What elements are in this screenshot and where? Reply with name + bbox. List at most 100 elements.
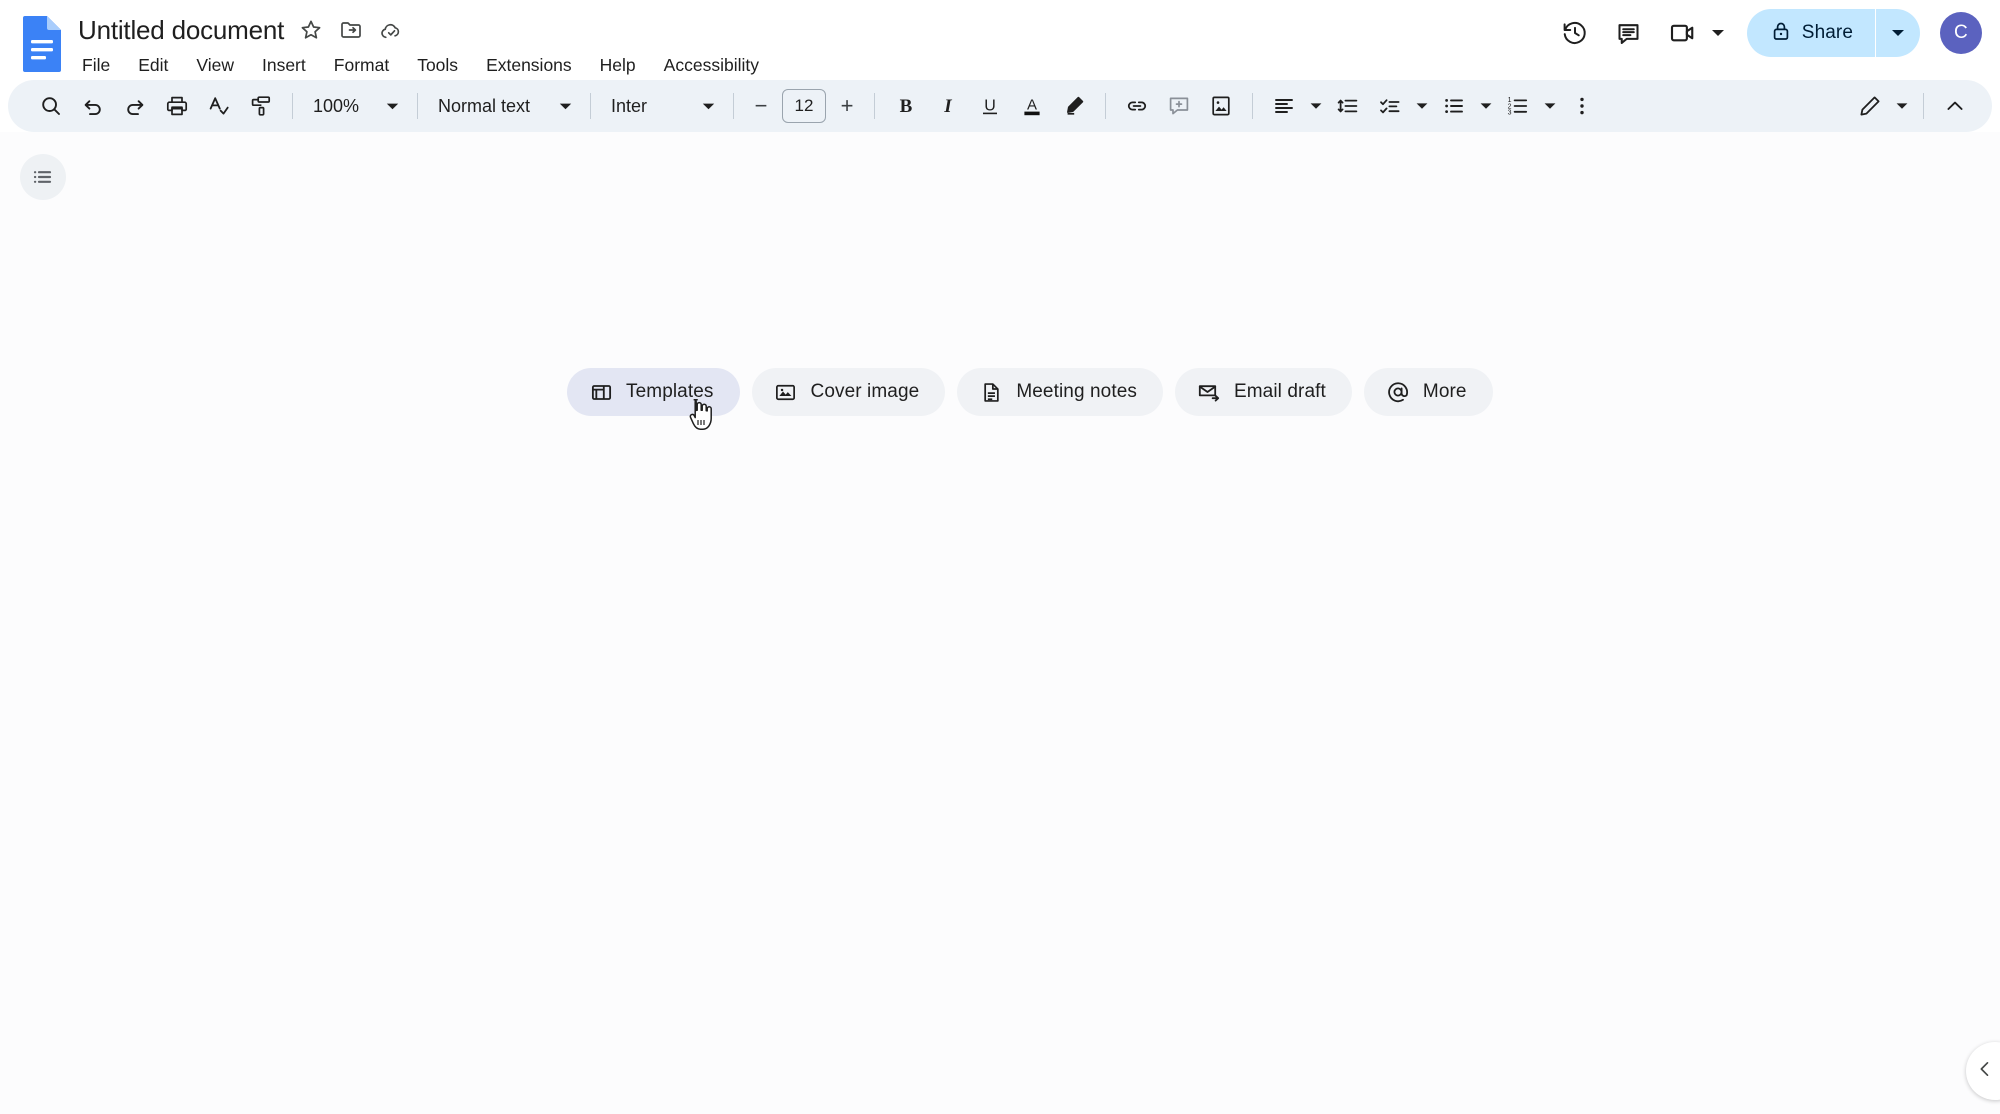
- zoom-dropdown[interactable]: 100%: [303, 86, 407, 126]
- toolbar-divider: [733, 93, 734, 119]
- italic-icon[interactable]: I: [927, 85, 969, 127]
- numbered-list-icon[interactable]: 1 2 3: [1497, 85, 1539, 127]
- numbered-list-dropdown[interactable]: 1 2 3: [1497, 85, 1561, 127]
- font-size-stepper: − 12 +: [744, 89, 864, 123]
- print-icon[interactable]: [156, 85, 198, 127]
- add-comment-icon[interactable]: [1158, 85, 1200, 127]
- avatar[interactable]: C: [1940, 12, 1982, 54]
- toolbar-divider: [590, 93, 591, 119]
- chevron-down-icon[interactable]: [1305, 85, 1327, 127]
- at-mention-icon: [1386, 380, 1410, 404]
- menu-help[interactable]: Help: [598, 53, 638, 78]
- cover-image-icon: [774, 380, 798, 404]
- chevron-down-icon[interactable]: [1891, 85, 1913, 127]
- star-icon[interactable]: [298, 17, 324, 43]
- paragraph-style-value: Normal text: [438, 95, 531, 116]
- paragraph-style-dropdown[interactable]: Normal text: [428, 86, 580, 126]
- cloud-saved-icon[interactable]: [378, 17, 404, 43]
- menu-extensions[interactable]: Extensions: [484, 53, 574, 78]
- line-spacing-icon[interactable]: [1327, 85, 1369, 127]
- chevron-down-icon[interactable]: [1411, 85, 1433, 127]
- insert-link-icon[interactable]: [1116, 85, 1158, 127]
- svg-text:I: I: [943, 96, 952, 117]
- expand-side-panel-chevron-icon[interactable]: [1966, 1042, 2000, 1100]
- meet-camera-icon[interactable]: [1659, 9, 1707, 57]
- increase-font-size-button[interactable]: +: [830, 89, 864, 123]
- chevron-down-icon: [699, 97, 717, 115]
- bold-icon[interactable]: B: [885, 85, 927, 127]
- smart-chips-row: Templates Cover image Meeting notes Emai…: [567, 368, 1493, 416]
- checklist-dropdown[interactable]: [1369, 85, 1433, 127]
- bulleted-list-icon[interactable]: [1433, 85, 1475, 127]
- align-dropdown[interactable]: [1263, 85, 1327, 127]
- svg-text:B: B: [900, 96, 913, 117]
- show-outline-icon[interactable]: [20, 154, 66, 200]
- menu-view[interactable]: View: [194, 53, 236, 78]
- chevron-down-icon: [556, 97, 574, 115]
- toolbar-divider: [417, 93, 418, 119]
- chip-email-draft[interactable]: Email draft: [1174, 368, 1352, 416]
- font-size-input[interactable]: 12: [782, 89, 826, 123]
- spellcheck-icon[interactable]: [198, 85, 240, 127]
- menu-insert[interactable]: Insert: [260, 53, 308, 78]
- share-button-main[interactable]: Share: [1747, 9, 1875, 57]
- page-title[interactable]: Untitled document: [78, 15, 284, 46]
- menu-file[interactable]: File: [80, 53, 112, 78]
- chip-templates[interactable]: Templates: [567, 368, 740, 416]
- svg-text:3: 3: [1508, 110, 1512, 117]
- menu-bar: File Edit View Insert Format Tools Exten…: [78, 50, 761, 80]
- share-button[interactable]: Share: [1746, 9, 1920, 57]
- editing-mode-dropdown[interactable]: [1849, 85, 1913, 127]
- bulleted-list-dropdown[interactable]: [1433, 85, 1497, 127]
- app-header: Untitled document File Edit View Insert …: [0, 0, 2000, 80]
- more-options-icon[interactable]: [1561, 85, 1603, 127]
- toolbar-divider: [1923, 93, 1924, 119]
- chip-label: Templates: [626, 381, 714, 402]
- meet-group: [1659, 9, 1729, 57]
- zoom-value: 100%: [313, 95, 360, 116]
- meet-chevron-down-icon[interactable]: [1707, 13, 1729, 53]
- insert-image-icon[interactable]: [1200, 85, 1242, 127]
- docs-logo-icon[interactable]: [20, 14, 66, 74]
- paint-format-icon[interactable]: [240, 85, 282, 127]
- font-family-dropdown[interactable]: Inter: [601, 86, 723, 126]
- menu-tools[interactable]: Tools: [415, 53, 460, 78]
- chip-label: More: [1422, 381, 1467, 402]
- editing-mode-pencil-icon[interactable]: [1849, 85, 1891, 127]
- menu-edit[interactable]: Edit: [136, 53, 170, 78]
- chevron-down-icon[interactable]: [1539, 85, 1561, 127]
- text-color-icon[interactable]: A: [1011, 85, 1053, 127]
- toolbar-divider: [1252, 93, 1253, 119]
- highlight-color-icon[interactable]: [1053, 85, 1095, 127]
- meeting-notes-icon: [979, 380, 1003, 404]
- share-chevron-down-icon[interactable]: [1876, 9, 1920, 57]
- chip-cover-image[interactable]: Cover image: [751, 368, 946, 416]
- collapse-toolbar-chevron-icon[interactable]: [1934, 85, 1976, 127]
- chip-label: Cover image: [810, 381, 920, 402]
- chevron-left-icon: [1975, 1059, 1995, 1084]
- chip-label: Meeting notes: [1016, 381, 1137, 402]
- menu-format[interactable]: Format: [332, 53, 391, 78]
- email-draft-icon: [1197, 380, 1221, 404]
- title-row: Untitled document: [78, 10, 761, 50]
- checklist-icon[interactable]: [1369, 85, 1411, 127]
- toolbar-divider: [292, 93, 293, 119]
- move-to-folder-icon[interactable]: [338, 17, 364, 43]
- toolbar-divider: [1105, 93, 1106, 119]
- comment-icon[interactable]: [1605, 9, 1653, 57]
- document-canvas[interactable]: Templates Cover image Meeting notes Emai…: [0, 132, 2000, 1114]
- decrease-font-size-button[interactable]: −: [744, 89, 778, 123]
- search-icon[interactable]: [30, 85, 72, 127]
- version-history-icon[interactable]: [1551, 9, 1599, 57]
- chevron-down-icon[interactable]: [1475, 85, 1497, 127]
- menu-accessibility[interactable]: Accessibility: [662, 53, 761, 78]
- align-left-icon[interactable]: [1263, 85, 1305, 127]
- chip-meeting-notes[interactable]: Meeting notes: [957, 368, 1163, 416]
- undo-icon[interactable]: [72, 85, 114, 127]
- chip-more[interactable]: More: [1363, 368, 1493, 416]
- toolbar-wrapper: 100% Normal text Inter − 12 + B I U A 1 …: [0, 80, 2000, 132]
- toolbar-divider: [874, 93, 875, 119]
- underline-icon[interactable]: U: [969, 85, 1011, 127]
- redo-icon[interactable]: [114, 85, 156, 127]
- title-and-menus: Untitled document File Edit View Insert …: [78, 10, 761, 80]
